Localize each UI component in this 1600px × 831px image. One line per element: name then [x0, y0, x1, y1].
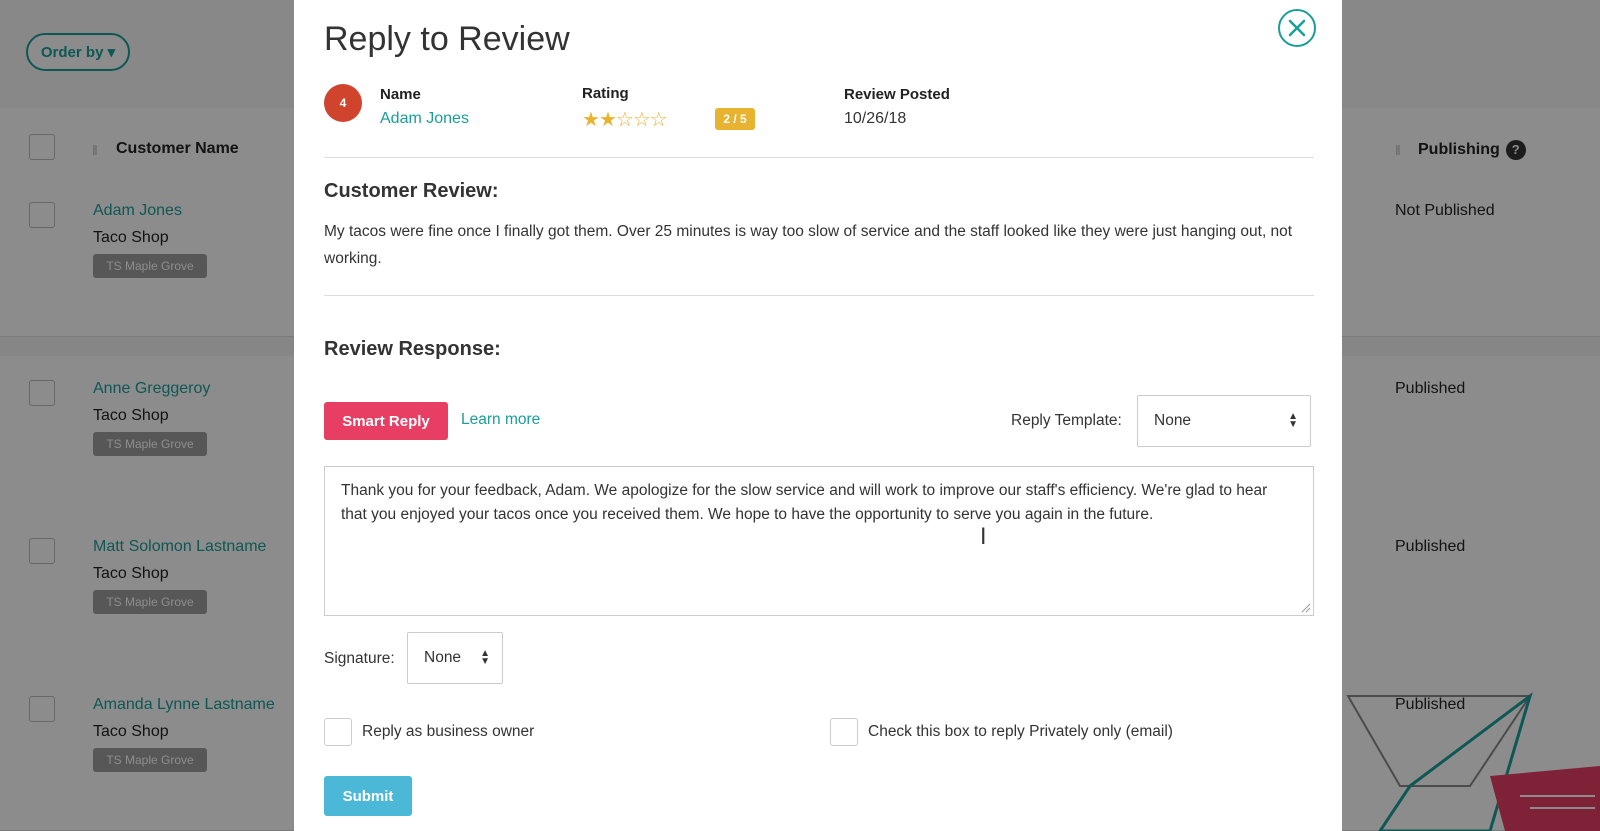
reply-to-review-modal: Reply to Review 4 Name Adam Jones Rating…: [294, 0, 1342, 831]
submit-button[interactable]: Submit: [324, 776, 412, 816]
row-checkbox[interactable]: [29, 202, 55, 228]
review-posted-date: 10/26/18: [844, 110, 907, 127]
review-posted-label: Review Posted: [844, 86, 950, 103]
star-empty-icon: ☆: [615, 109, 634, 131]
shop-name: Taco Shop: [93, 723, 169, 740]
column-header-customer-name[interactable]: Customer Name: [116, 140, 239, 158]
row-checkbox[interactable]: [29, 538, 55, 564]
rating-label: Rating: [582, 85, 629, 102]
location-tag: TS Maple Grove: [93, 748, 207, 772]
learn-more-link[interactable]: Learn more: [461, 411, 540, 429]
star-filled-icon: ★: [598, 109, 617, 131]
signature-value: None: [424, 649, 462, 666]
sort-icon[interactable]: ‖: [1395, 142, 1401, 158]
customer-review-text: My tacos were fine once I finally got th…: [324, 223, 1293, 267]
modal-title: Reply to Review: [324, 20, 570, 58]
customer-name-link[interactable]: Matt Solomon Lastname: [93, 538, 266, 556]
avatar: 4: [324, 84, 362, 122]
reply-as-owner-checkbox[interactable]: [324, 718, 352, 746]
signature-select[interactable]: None ▲ ▼: [407, 632, 503, 684]
customer-name-link[interactable]: Adam Jones: [93, 202, 182, 220]
customer-name-link[interactable]: Amanda Lynne Lastname: [93, 696, 275, 714]
shop-name: Taco Shop: [93, 407, 169, 424]
customer-review-heading: Customer Review:: [324, 180, 499, 202]
divider: [324, 295, 1314, 296]
help-icon[interactable]: ?: [1505, 140, 1526, 160]
reply-template-label: Reply Template:: [1011, 412, 1122, 429]
location-tag: TS Maple Grove: [93, 590, 207, 614]
reply-template-select[interactable]: None ▲ ▼: [1137, 395, 1311, 447]
star-empty-icon: ☆: [649, 109, 668, 131]
customer-name-link[interactable]: Adam Jones: [380, 110, 469, 128]
row-checkbox[interactable]: [29, 696, 55, 722]
publishing-status: Not Published: [1395, 202, 1495, 219]
reply-template-value: None: [1154, 412, 1192, 429]
column-header-publishing-label: Publishing: [1418, 141, 1500, 159]
publishing-status: Published: [1395, 380, 1466, 397]
star-empty-icon: ☆: [632, 109, 651, 131]
sort-icon[interactable]: ‖: [92, 142, 98, 158]
select-arrows-icon: ▲ ▼: [480, 648, 490, 667]
star-rating: ★★☆☆☆: [582, 107, 668, 132]
select-arrows-icon: ▲ ▼: [1288, 411, 1298, 430]
review-response-heading: Review Response:: [324, 338, 501, 360]
location-tag: TS Maple Grove: [93, 432, 207, 456]
signature-label: Signature:: [324, 650, 395, 667]
close-button[interactable]: [1278, 9, 1316, 47]
select-all-checkbox[interactable]: [29, 134, 55, 160]
response-textarea[interactable]: Thank you for your feedback, Adam. We ap…: [324, 466, 1314, 616]
text-cursor-icon: I: [980, 525, 987, 550]
row-checkbox[interactable]: [29, 380, 55, 406]
resize-handle-icon[interactable]: [1301, 603, 1311, 613]
star-filled-icon: ★: [582, 109, 600, 131]
reply-as-owner-label: Reply as business owner: [362, 723, 535, 740]
divider: [324, 157, 1314, 158]
reply-privately-label: Check this box to reply Privately only (…: [868, 723, 1173, 740]
response-text: Thank you for your feedback, Adam. We ap…: [341, 482, 1268, 523]
customer-name-link[interactable]: Anne Greggeroy: [93, 380, 210, 398]
name-label: Name: [380, 86, 421, 103]
order-by-button[interactable]: Order by ▾: [26, 33, 130, 71]
smart-reply-button[interactable]: Smart Reply: [324, 402, 448, 440]
shop-name: Taco Shop: [93, 229, 169, 246]
rating-badge: 2 / 5: [715, 108, 755, 130]
shop-name: Taco Shop: [93, 565, 169, 582]
close-icon: [1288, 19, 1306, 37]
publishing-status: Published: [1395, 538, 1466, 555]
column-header-publishing[interactable]: Publishing?: [1418, 140, 1526, 160]
decorative-triangles: [1346, 692, 1600, 831]
reply-privately-checkbox[interactable]: [830, 718, 858, 746]
location-tag: TS Maple Grove: [93, 254, 207, 278]
